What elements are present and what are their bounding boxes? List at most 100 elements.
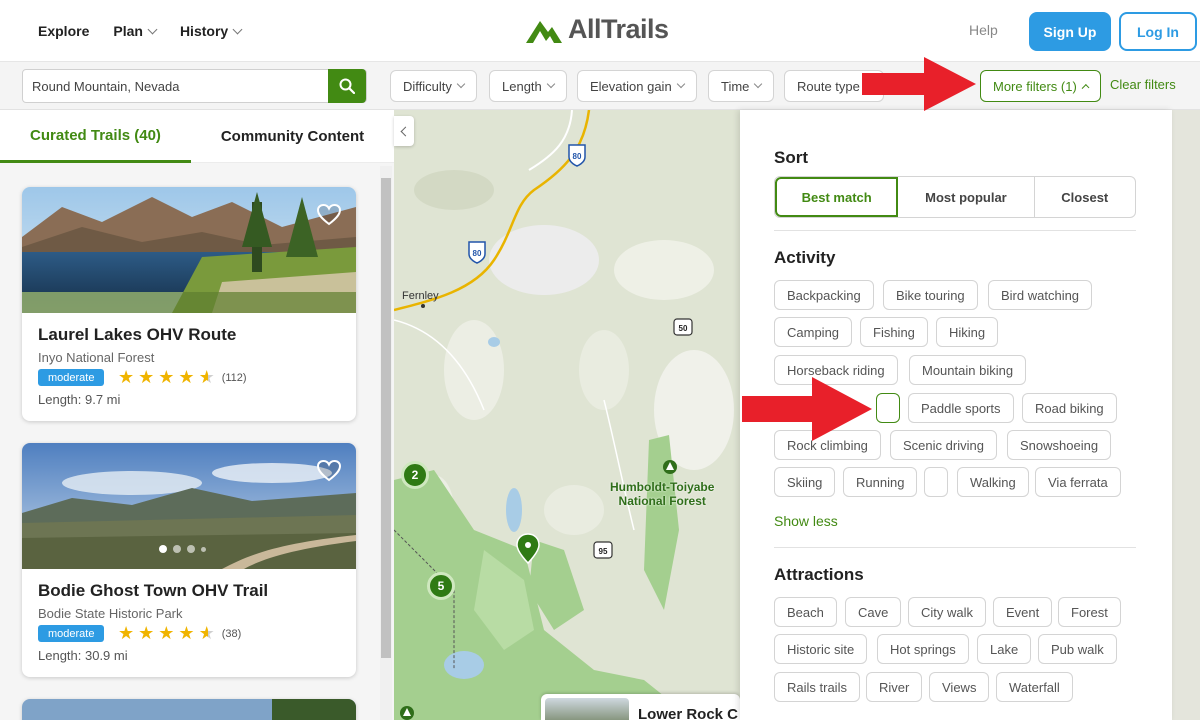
divider — [774, 547, 1136, 548]
attraction-river[interactable]: River — [866, 672, 923, 702]
alltrails-logo[interactable]: AllTrails — [524, 14, 669, 45]
show-less-link[interactable]: Show less — [774, 513, 838, 529]
chevron-down-icon — [754, 79, 763, 89]
filter-bar: Difficulty Length Elevation gain Time Ro… — [0, 62, 1200, 110]
tab-community-content[interactable]: Community Content — [191, 110, 394, 163]
trail-cluster-marker[interactable]: 2 — [401, 461, 429, 489]
trail-area: Inyo National Forest — [38, 350, 155, 365]
favorite-heart-icon[interactable] — [316, 459, 342, 483]
chevron-left-icon — [400, 126, 411, 136]
attraction-pub-walk[interactable]: Pub walk — [1038, 634, 1117, 664]
red-arrow-annotation-icon — [862, 57, 976, 111]
trail-cluster-marker[interactable]: 5 — [427, 572, 455, 600]
carousel-dot[interactable] — [201, 547, 206, 552]
list-tabs: Curated Trails (40) Community Content — [0, 110, 394, 163]
attraction-rails-trails[interactable]: Rails trails — [774, 672, 860, 702]
attraction-waterfall[interactable]: Waterfall — [996, 672, 1073, 702]
chevron-down-icon — [546, 79, 556, 89]
mountain-logo-icon — [526, 20, 562, 43]
activity-via-ferrata[interactable]: Via ferrata — [1035, 467, 1121, 497]
activity-bike-touring[interactable]: Bike touring — [883, 280, 978, 310]
us-95-shield: 95 — [593, 541, 613, 559]
activity-fishing[interactable]: Fishing — [860, 317, 928, 347]
difficulty-filter[interactable]: Difficulty — [390, 70, 477, 102]
nav-history[interactable]: History — [179, 23, 243, 39]
scrollbar-thumb[interactable] — [381, 178, 391, 658]
star-icon: ★ — [178, 367, 195, 387]
half-star-icon: ★ — [198, 623, 215, 643]
attraction-historic-site[interactable]: Historic site — [774, 634, 868, 664]
map-trail-preview-card[interactable]: Lower Rock C — [541, 694, 740, 720]
trail-card[interactable] — [22, 699, 356, 720]
chevron-down-icon — [456, 79, 466, 89]
activity-skiing[interactable]: Skiing — [774, 467, 836, 497]
svg-text:80: 80 — [573, 152, 582, 161]
sort-most-popular[interactable]: Most popular — [898, 177, 1035, 217]
activity-hiking[interactable]: Hiking — [936, 317, 999, 347]
length-filter[interactable]: Length — [489, 70, 567, 102]
svg-text:80: 80 — [473, 249, 482, 258]
sort-closest[interactable]: Closest — [1035, 177, 1135, 217]
activity-scenic-driving[interactable]: Scenic driving — [890, 430, 997, 460]
sign-up-button[interactable]: Sign Up — [1029, 12, 1111, 51]
attraction-cave[interactable]: Cave — [845, 597, 902, 627]
attraction-hot-springs[interactable]: Hot springs — [877, 634, 969, 664]
review-count: (38) — [221, 627, 242, 640]
trail-card[interactable]: Laurel Lakes OHV Route Inyo National For… — [22, 187, 356, 421]
nav-plan[interactable]: Plan — [113, 23, 158, 39]
carousel-dot[interactable] — [173, 545, 181, 553]
trail-card[interactable]: Bodie Ghost Town OHV Trail Bodie State H… — [22, 443, 356, 677]
map-town-label: Fernley — [402, 290, 439, 302]
nav-plan-label: Plan — [113, 23, 143, 39]
map-forest-label: Humboldt-Toiyabe National Forest — [610, 480, 714, 508]
star-icon: ★ — [158, 623, 175, 643]
carousel-dot[interactable] — [159, 545, 167, 553]
activity-paddle-sports[interactable]: Paddle sports — [908, 393, 1014, 423]
attraction-forest[interactable]: Forest — [1058, 597, 1121, 627]
activity-backpacking[interactable]: Backpacking — [774, 280, 874, 310]
chevron-down-icon — [232, 24, 243, 34]
search-input[interactable] — [23, 70, 330, 102]
elevation-filter[interactable]: Elevation gain — [577, 70, 697, 102]
chip-label: Time — [721, 78, 750, 94]
activity-road-biking[interactable]: Road biking — [1022, 393, 1117, 423]
review-count: (112) — [221, 371, 247, 384]
list-scrollbar[interactable] — [380, 166, 392, 720]
attraction-event[interactable]: Event — [993, 597, 1053, 627]
activity-unlabeled[interactable] — [924, 467, 948, 497]
carousel-dot[interactable] — [187, 545, 195, 553]
time-filter[interactable]: Time — [708, 70, 775, 102]
star-icon: ★ — [158, 367, 175, 387]
activity-camping[interactable]: Camping — [774, 317, 853, 347]
activity-snowshoeing[interactable]: Snowshoeing — [1007, 430, 1112, 460]
more-filters-button[interactable]: More filters (1) — [980, 70, 1101, 102]
map-edge — [1172, 110, 1200, 720]
attraction-views[interactable]: Views — [929, 672, 990, 702]
forest-tree-icon — [663, 460, 677, 474]
activity-running[interactable]: Running — [843, 467, 918, 497]
photo-carousel-dots[interactable] — [159, 545, 206, 553]
attraction-lake[interactable]: Lake — [977, 634, 1032, 664]
search-button[interactable] — [328, 69, 366, 103]
attraction-city-walk[interactable]: City walk — [908, 597, 987, 627]
trail-name[interactable]: Laurel Lakes OHV Route — [38, 325, 236, 345]
activity-walking[interactable]: Walking — [957, 467, 1029, 497]
activity-selected-unlabeled[interactable] — [876, 393, 900, 423]
activity-mountain-biking[interactable]: Mountain biking — [909, 355, 1027, 385]
star-icon: ★ — [178, 623, 195, 643]
tab-curated-trails[interactable]: Curated Trails (40) — [0, 110, 191, 163]
trail-map[interactable]: 80 80 50 95 Fernley Humboldt-Toiyabe Nat… — [394, 110, 740, 720]
trail-name[interactable]: Bodie Ghost Town OHV Trail — [38, 581, 268, 601]
activity-bird-watching[interactable]: Bird watching — [988, 280, 1093, 310]
activity-title: Activity — [774, 248, 836, 267]
nav-explore[interactable]: Explore — [38, 23, 89, 39]
collapse-list-button[interactable] — [394, 116, 414, 146]
attraction-beach[interactable]: Beach — [774, 597, 837, 627]
chevron-down-icon — [147, 24, 158, 34]
nav-history-label: History — [179, 23, 229, 39]
help-link[interactable]: Help — [969, 22, 998, 38]
sort-best-match[interactable]: Best match — [775, 177, 899, 217]
clear-filters-link[interactable]: Clear filters — [1110, 77, 1176, 92]
favorite-heart-icon[interactable] — [316, 203, 342, 227]
log-in-button[interactable]: Log In — [1119, 12, 1197, 51]
